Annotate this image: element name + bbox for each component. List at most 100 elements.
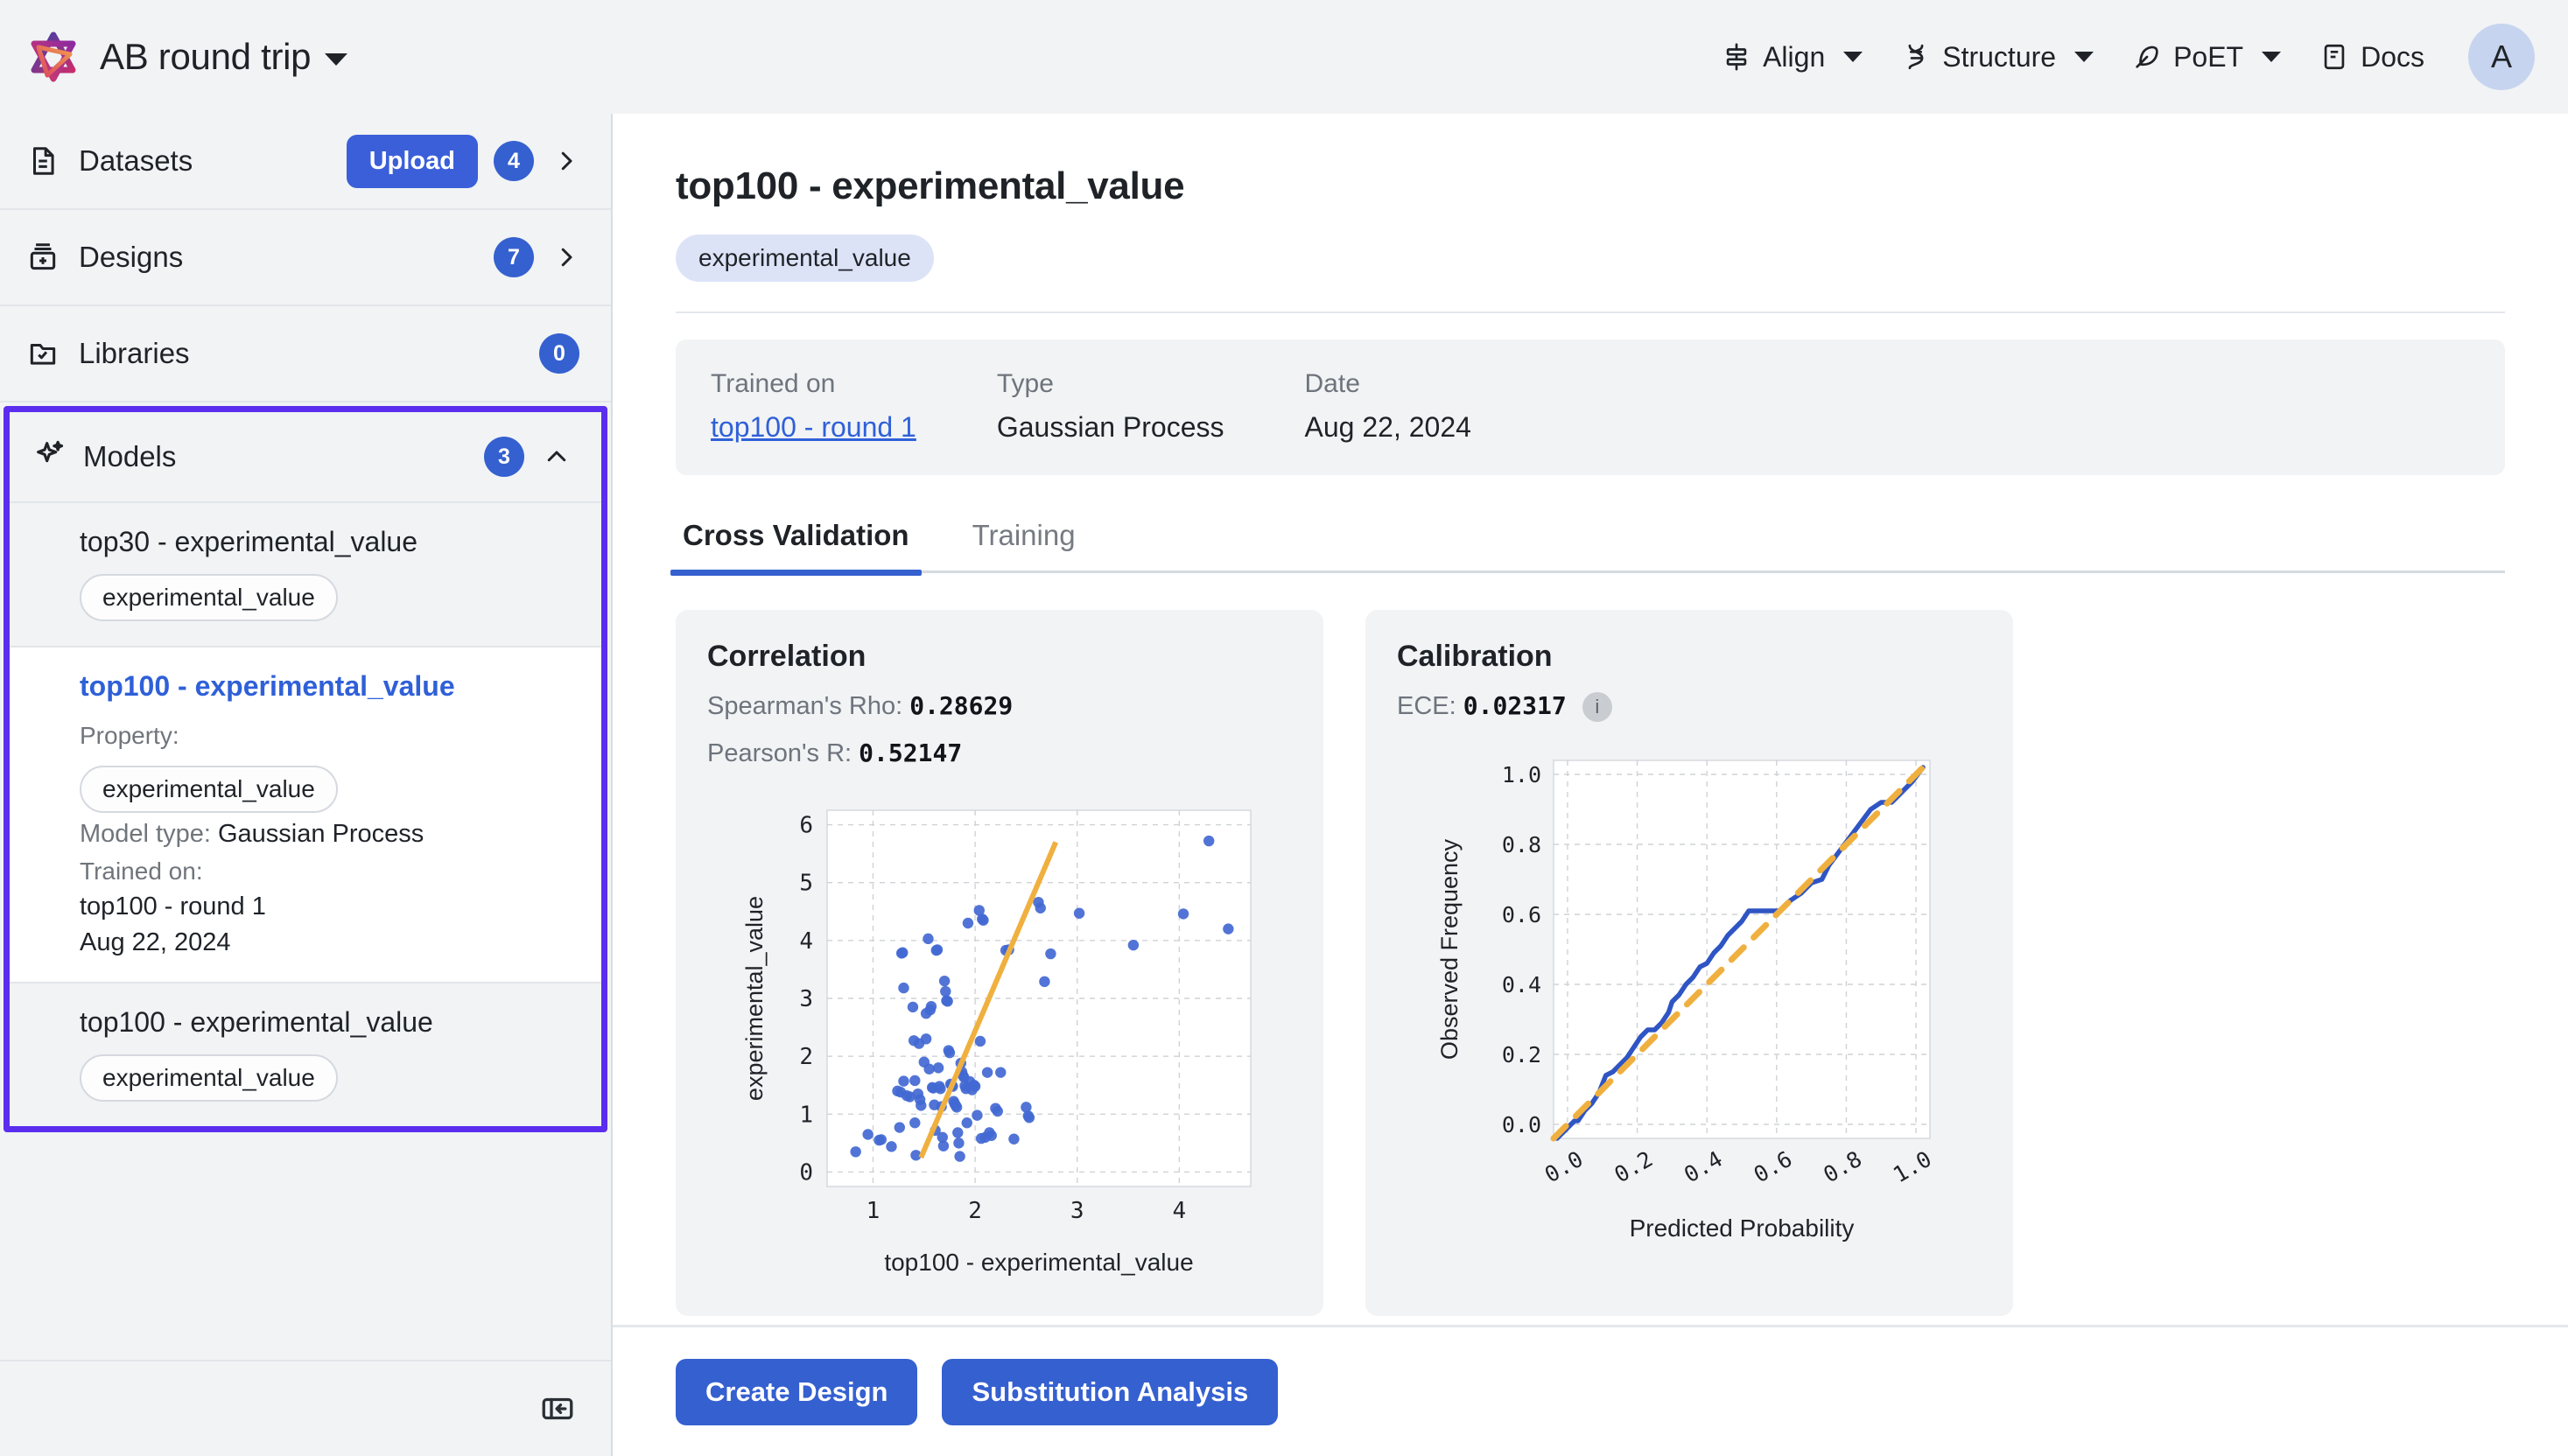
folder-check-icon: [26, 337, 63, 370]
file-document-icon: [26, 144, 63, 178]
info-key: Trained on: [711, 369, 836, 398]
model-name: top30 - experimental_value: [80, 526, 418, 557]
calibration-card: Calibration ECE: 0.02317 i 0.0 0.2 0.4 0.6 0…: [1365, 610, 2013, 1316]
svg-text:Predicted Probability: Predicted Probability: [1630, 1214, 1855, 1242]
property-label: Property:: [80, 722, 179, 749]
metric-cards: Correlation Spearman's Rho: 0.28629 Pear…: [676, 610, 2505, 1316]
body-split: Datasets Upload 4 Designs 7 Libraries 0 …: [0, 114, 2568, 1456]
tab-bar: Cross Validation Training: [670, 519, 2505, 576]
svg-text:0.6: 0.6: [1750, 1146, 1797, 1188]
nav-item-poet[interactable]: PoET: [2113, 29, 2300, 86]
correlation-plot-wrap: 1 2 3 4 0 1 2 3 4 5 6 experimental_value top100 - ex…: [707, 791, 1292, 1281]
trained-on-link[interactable]: top100 - round 1: [711, 411, 916, 443]
top-bar: AB round trip Align Structure PoET Docs …: [0, 0, 2568, 114]
pearson-label: Pearson's R:: [707, 739, 852, 767]
nav-item-structure[interactable]: Structure: [1882, 29, 2113, 86]
models-section: Models 3 top30 - experimental_value expe…: [4, 406, 607, 1132]
model-info-panel: Trained on top100 - round 1 Type Gaussia…: [676, 340, 2505, 475]
svg-text:0.4: 0.4: [1502, 972, 1541, 998]
svg-text:0.6: 0.6: [1502, 902, 1541, 928]
chevron-right-icon[interactable]: [553, 148, 579, 174]
info-circle-icon[interactable]: i: [1582, 692, 1612, 723]
tab-cross-validation[interactable]: Cross Validation: [670, 519, 922, 576]
sidebar-item-designs[interactable]: Designs 7: [0, 210, 611, 306]
chevron-down-icon: [325, 53, 348, 66]
panel-collapse-left-icon[interactable]: [539, 1390, 576, 1427]
chevron-down-icon: [2074, 52, 2094, 62]
svg-text:1.0: 1.0: [1889, 1146, 1936, 1188]
libraries-count-badge: 0: [539, 333, 579, 374]
datasets-count-badge: 4: [494, 141, 534, 181]
svg-text:0.2: 0.2: [1502, 1042, 1541, 1068]
model-list-item-selected[interactable]: top100 - experimental_value Property: ex…: [10, 648, 601, 984]
trained-on-label: Trained on:: [80, 858, 203, 885]
models-count-badge: 3: [484, 437, 524, 477]
svg-text:0.2: 0.2: [1610, 1146, 1658, 1188]
nav-label-structure: Structure: [1942, 40, 2057, 73]
feather-icon: [2132, 42, 2162, 72]
chevron-down-icon: [2262, 52, 2282, 62]
brand-area: AB round trip: [26, 30, 348, 84]
pearson-value: 0.52147: [859, 738, 963, 767]
svg-text:experimental_value: experimental_value: [741, 896, 768, 1101]
info-value: Aug 22, 2024: [1304, 411, 1471, 443]
spearman-stat: Spearman's Rho: 0.28629: [707, 691, 1292, 721]
model-date: Aug 22, 2024: [80, 928, 231, 956]
svg-text:Observed Frequency: Observed Frequency: [1436, 839, 1463, 1060]
correlation-scatter-plot: 1 2 3 4 0 1 2 3 4 5 6 experimental_value top100 - ex…: [741, 809, 1252, 1276]
sidebar-scroll: Datasets Upload 4 Designs 7 Libraries 0 …: [0, 114, 611, 1360]
sidebar-footer: [0, 1360, 611, 1456]
create-design-button[interactable]: Create Design: [676, 1359, 918, 1425]
info-key: Date: [1304, 369, 1360, 398]
avatar-initial: A: [2490, 38, 2512, 74]
model-property-chip: experimental_value: [80, 574, 338, 621]
main-scroll: top100 - experimental_value experimental…: [613, 114, 2568, 1325]
avatar[interactable]: A: [2468, 24, 2535, 90]
model-type-value: Gaussian Process: [217, 820, 424, 848]
model-name: top100 - experimental_value: [80, 670, 455, 702]
model-list-item[interactable]: top30 - experimental_value experimental_…: [10, 503, 601, 648]
info-column-trained-on: Trained on top100 - round 1: [711, 369, 916, 444]
trained-on-value: top100 - round 1: [80, 892, 266, 920]
calibration-plot-wrap: 0.0 0.2 0.4 0.6 0.8 1.0 0.0 0.2 0.4 0.6 0.8 1.0 Obse…: [1397, 745, 1982, 1252]
book-icon: [2319, 42, 2349, 72]
designs-box-icon: [26, 241, 63, 274]
svg-text:1.0: 1.0: [1502, 762, 1541, 788]
model-name: top100 - experimental_value: [80, 1006, 433, 1038]
sidebar-label-datasets: Datasets: [79, 144, 193, 177]
info-column-type: Type Gaussian Process: [997, 369, 1224, 444]
model-list-item[interactable]: top100 - experimental_value experimental…: [10, 984, 601, 1126]
svg-text:6: 6: [799, 813, 813, 839]
top-navigation: Align Structure PoET Docs A: [1702, 24, 2535, 90]
sidebar-item-models[interactable]: Models 3: [10, 412, 601, 503]
sidebar-item-libraries[interactable]: Libraries 0: [0, 306, 611, 402]
svg-text:top100 - experimental_value: top100 - experimental_value: [884, 1249, 1193, 1276]
nav-item-align[interactable]: Align: [1702, 29, 1882, 86]
info-column-date: Date Aug 22, 2024: [1305, 369, 1471, 444]
ece-label: ECE:: [1397, 692, 1456, 720]
upload-button[interactable]: Upload: [346, 134, 478, 188]
spearman-value: 0.28629: [909, 691, 1014, 720]
svg-text:1: 1: [867, 1198, 881, 1224]
sidebar-label-models: Models: [83, 440, 177, 472]
chevron-right-icon[interactable]: [553, 244, 579, 270]
project-selector[interactable]: AB round trip: [100, 36, 348, 78]
svg-text:3: 3: [799, 986, 813, 1012]
nav-label-poet: PoET: [2173, 40, 2244, 73]
nav-item-docs[interactable]: Docs: [2300, 29, 2444, 86]
page-property-chip: experimental_value: [676, 234, 934, 282]
model-type-row: Model type: Gaussian Process: [80, 820, 575, 849]
chevron-up-icon[interactable]: [544, 444, 570, 470]
info-key: Type: [996, 369, 1054, 398]
action-footer: Create Design Substitution Analysis: [613, 1325, 2568, 1456]
sidebar-item-datasets[interactable]: Datasets Upload 4: [0, 114, 611, 210]
svg-text:4: 4: [799, 928, 813, 955]
substitution-analysis-button[interactable]: Substitution Analysis: [942, 1359, 1279, 1425]
spearman-label: Spearman's Rho:: [707, 692, 903, 720]
svg-text:2: 2: [968, 1198, 982, 1224]
correlation-card-title: Correlation: [707, 640, 867, 673]
dna-helix-icon: [1901, 42, 1931, 72]
svg-text:4: 4: [1173, 1198, 1187, 1224]
designs-count-badge: 7: [494, 237, 534, 277]
tab-training[interactable]: Training: [965, 519, 1083, 573]
